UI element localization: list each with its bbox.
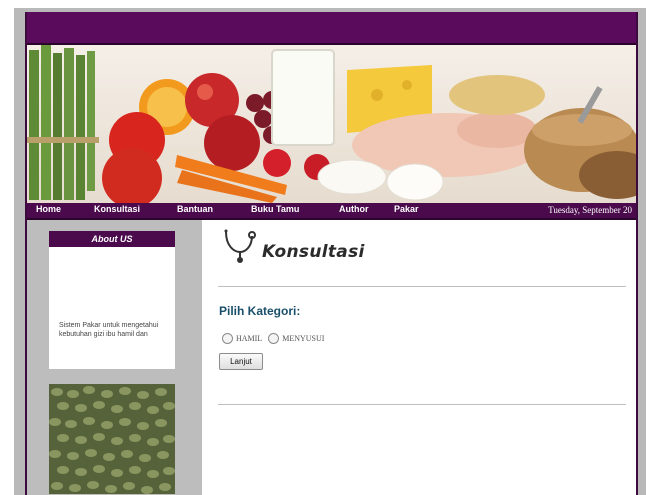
date-display: Tuesday, September 20: [548, 205, 632, 215]
divider-bottom: [218, 404, 626, 405]
category-options: HAMIL MENYUSUI: [222, 330, 330, 345]
radio-hamil[interactable]: [222, 333, 233, 345]
radio-label-menyusui: MENYUSUI: [282, 334, 325, 344]
strawberry-image: [263, 149, 291, 177]
about-box: About US Sistem Pakar untuk mengetahui k…: [49, 231, 175, 369]
nav-home[interactable]: Home: [36, 204, 61, 214]
radio-label-hamil: HAMIL: [236, 334, 263, 344]
page-container: Home Konsultasi Bantuan Buku Tamu Author…: [25, 12, 638, 495]
header-bar: [27, 12, 636, 45]
stethoscope-icon: [224, 229, 256, 263]
nav-pakar[interactable]: Pakar: [394, 204, 419, 214]
nav-author[interactable]: Author: [339, 204, 369, 214]
about-title: About US: [49, 231, 175, 247]
lanjut-button[interactable]: Lanjut: [219, 353, 263, 370]
main-content: Konsultasi Pilih Kategori: HAMIL MENYUSUI…: [202, 220, 636, 495]
main-nav: Home Konsultasi Bantuan Buku Tamu Author…: [27, 203, 636, 220]
category-label: Pilih Kategori:: [219, 304, 301, 318]
nav-konsultasi[interactable]: Konsultasi: [94, 204, 140, 214]
page-title-area: Konsultasi: [220, 226, 364, 266]
beans-texture: [49, 384, 175, 494]
egg-image: [317, 159, 387, 195]
divider-top: [218, 286, 626, 287]
nav-buku-tamu[interactable]: Buku Tamu: [251, 204, 299, 214]
asparagus-image: [27, 45, 99, 200]
page-title: Konsultasi: [262, 242, 365, 262]
food-banner-illustration: [27, 45, 636, 203]
milk-glass-image: [271, 49, 335, 146]
mung-beans-image: [49, 384, 175, 494]
about-text: Sistem Pakar untuk mengetahui kebutuhan …: [59, 322, 159, 338]
food-banner-image: [27, 45, 636, 203]
pasta-image: [449, 75, 545, 115]
radio-menyusui[interactable]: [268, 333, 280, 345]
nav-bantuan[interactable]: Bantuan: [177, 204, 213, 214]
sidebar: About US Sistem Pakar untuk mengetahui k…: [27, 220, 202, 495]
